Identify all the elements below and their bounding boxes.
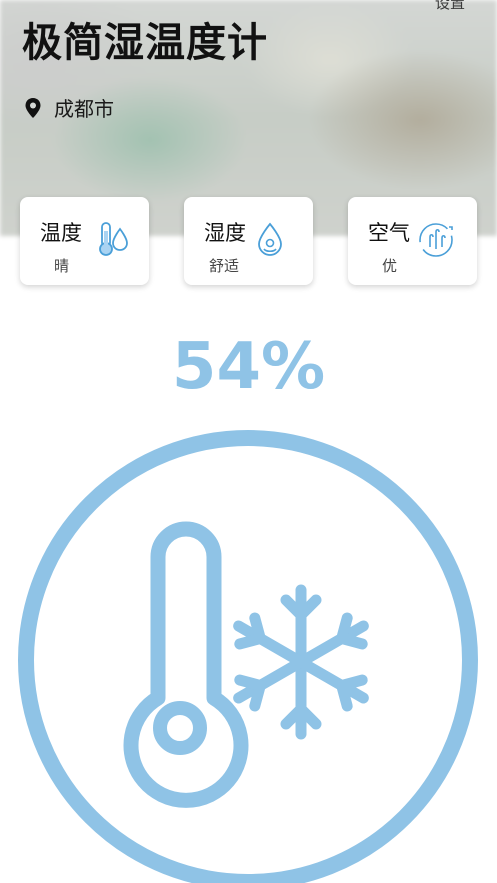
- air-flow-icon: [419, 223, 453, 257]
- card-title: 空气: [368, 221, 410, 245]
- location-name: 成都市: [54, 97, 114, 121]
- air-quality-card[interactable]: 空气 优: [348, 197, 477, 285]
- humidity-card[interactable]: 湿度 舒适: [184, 197, 313, 285]
- card-title: 湿度: [204, 221, 246, 245]
- water-drop-icon: [258, 222, 282, 256]
- app-title: 极简湿温度计: [22, 20, 268, 66]
- thermometer-snowflake-icon: [18, 430, 478, 883]
- settings-link[interactable]: 设置: [435, 0, 465, 13]
- card-subtitle: 舒适: [209, 257, 240, 275]
- location-pin-icon: [25, 97, 41, 118]
- temperature-card[interactable]: 温度 晴: [20, 197, 149, 285]
- card-subtitle: 优: [382, 257, 398, 275]
- location[interactable]: 成都市: [24, 93, 114, 122]
- card-subtitle: 晴: [54, 257, 70, 275]
- thermometer-drop-icon: [99, 222, 128, 256]
- card-title: 温度: [40, 221, 82, 245]
- humidity-value: 54%: [171, 330, 326, 404]
